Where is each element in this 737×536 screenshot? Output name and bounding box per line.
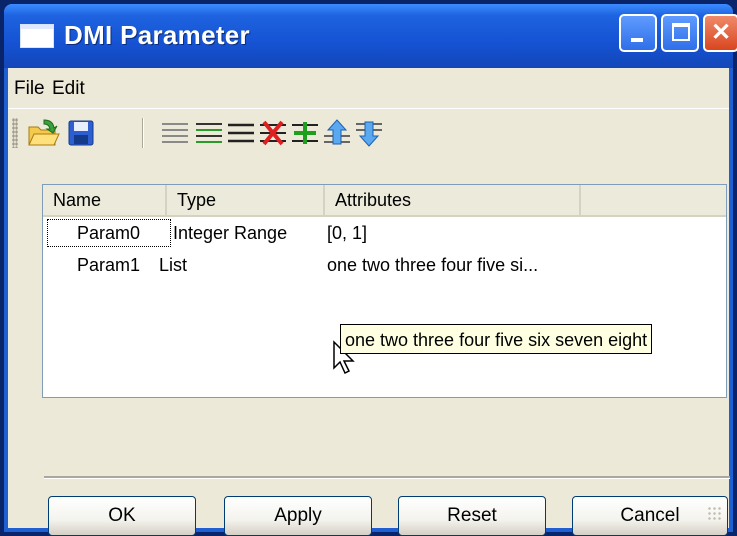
menu-separator	[8, 108, 729, 109]
column-header-type[interactable]: Type	[167, 185, 325, 215]
table-row[interactable]: Param0 Integer Range [0, 1]	[43, 217, 726, 249]
delete-row-icon[interactable]	[256, 116, 290, 150]
insert-plus-icon[interactable]	[288, 116, 322, 150]
toolbar-grip[interactable]	[12, 118, 18, 148]
open-folder-icon[interactable]	[26, 116, 60, 150]
menu-edit[interactable]: Edit	[52, 78, 85, 100]
insert-row-icon[interactable]	[224, 116, 258, 150]
dialog-window: DMI Parameter ✕ File Edit Name Type Attr…	[0, 0, 737, 536]
parameter-list[interactable]: Name Type Attributes Param0 Integer Rang…	[42, 184, 727, 398]
cancel-button[interactable]: Cancel	[572, 496, 728, 536]
attributes-tooltip: one two three four five six seven eight	[340, 324, 653, 354]
cell-attributes: one two three four five si...	[327, 255, 539, 275]
save-icon[interactable]	[64, 116, 98, 150]
dialog-client-area: File Edit Name Type Attributes Param0 In…	[8, 68, 730, 536]
close-icon: ✕	[710, 19, 732, 46]
resize-grip[interactable]	[707, 506, 723, 522]
menu-file[interactable]: File	[14, 78, 45, 100]
button-divider	[44, 476, 730, 479]
table-row[interactable]: Param1 List one two three four five si..…	[43, 249, 726, 281]
minimize-icon	[631, 38, 643, 42]
apply-button[interactable]: Apply	[224, 496, 372, 536]
move-up-icon[interactable]	[320, 116, 354, 150]
window-frame: DMI Parameter ✕ File Edit Name Type Attr…	[4, 4, 737, 536]
ok-button[interactable]: OK	[48, 496, 196, 536]
align-list-icon[interactable]	[158, 116, 192, 150]
title-bar[interactable]: DMI Parameter ✕	[4, 4, 737, 68]
window-title: DMI Parameter	[64, 20, 250, 50]
cell-attributes: [0, 1]	[327, 223, 368, 243]
maximize-icon	[672, 23, 690, 41]
cell-type: Integer Range	[173, 223, 288, 243]
maximize-button[interactable]	[661, 14, 699, 52]
reset-button[interactable]: Reset	[398, 496, 546, 536]
list-header: Name Type Attributes	[43, 185, 726, 217]
column-header-attributes[interactable]: Attributes	[325, 185, 581, 215]
minimize-button[interactable]	[619, 14, 657, 52]
cell-name: Param1	[77, 255, 141, 275]
toolbar-separator	[142, 118, 144, 148]
add-row-icon[interactable]	[192, 116, 226, 150]
close-button[interactable]: ✕	[703, 14, 737, 52]
move-down-icon[interactable]	[352, 116, 386, 150]
menu-bar: File Edit	[8, 68, 729, 108]
window-icon	[20, 24, 54, 48]
cell-name: Param0	[77, 223, 141, 243]
cell-type: List	[159, 255, 188, 275]
column-header-name[interactable]: Name	[43, 185, 167, 215]
toolbar	[8, 110, 729, 156]
